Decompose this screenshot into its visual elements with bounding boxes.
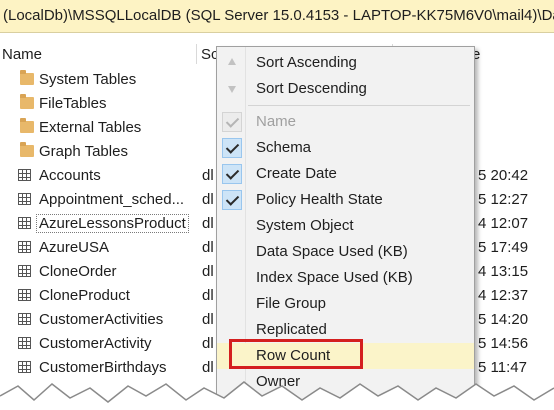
table-name: CustomerBirthdays [39, 359, 167, 376]
table-name: CloneOrder [39, 263, 117, 280]
table-create-date: 5 14:56 [478, 335, 529, 352]
table-name: Appointment_sched... [39, 191, 185, 208]
table-schema: dl [202, 287, 214, 304]
table-icon [18, 313, 31, 325]
table-icon [18, 337, 31, 349]
folder-label: FileTables [39, 95, 107, 112]
table-create-date: 5 12:27 [478, 191, 529, 208]
menu-item-data-space-used[interactable]: Data Space Used (KB) [217, 239, 474, 265]
table-schema: dl [202, 167, 214, 184]
sort-ascending-icon [222, 53, 242, 73]
table-create-date: 5 11:47 [478, 359, 527, 376]
menu-item-sort-ascending[interactable]: Sort Ascending [217, 50, 474, 76]
menu-separator [248, 105, 470, 106]
table-icon [18, 193, 31, 205]
table-create-date: 4 12:37 [478, 287, 529, 304]
menu-item-sort-descending[interactable]: Sort Descending [217, 76, 474, 102]
torn-edge-decoration [0, 381, 554, 410]
menu-item-label: System Object [256, 217, 354, 234]
table-schema: dl [202, 359, 214, 376]
folder-icon [20, 118, 34, 133]
table-icon [18, 169, 31, 181]
table-icon [18, 361, 31, 373]
folder-icon [20, 142, 34, 157]
table-schema: dl [202, 263, 214, 280]
menu-item-label: Sort Descending [256, 80, 367, 97]
menu-item-create-date[interactable]: Create Date [217, 161, 474, 187]
menu-item-label: File Group [256, 295, 327, 312]
menu-item-system-object[interactable]: System Object [217, 213, 474, 239]
table-schema: dl [202, 191, 214, 208]
table-icon [18, 217, 31, 229]
table-name: Accounts [39, 167, 101, 184]
folder-label: System Tables [39, 71, 137, 88]
column-header-name[interactable]: Name [2, 46, 42, 63]
menu-item-label: Index Space Used (KB) [256, 269, 413, 286]
object-explorer-details: (LocalDb)\MSSQLLocalDB (SQL Server 15.0.… [0, 0, 554, 410]
column-divider[interactable] [196, 44, 197, 64]
menu-item-label: Create Date [256, 165, 337, 182]
table-name: CustomerActivity [39, 335, 152, 352]
table-name: CustomerActivities [39, 311, 164, 328]
column-context-menu: Sort Ascending Sort Descending Name Sche… [216, 46, 475, 410]
folder-label: External Tables [39, 119, 142, 136]
folder-icon [20, 70, 34, 85]
path-text: (LocalDb)\MSSQLLocalDB (SQL Server 15.0.… [3, 7, 554, 24]
checkmark-icon [222, 164, 242, 184]
table-create-date: 5 14:20 [478, 311, 529, 328]
menu-item-name: Name [217, 109, 474, 135]
menu-item-label: Sort Ascending [256, 54, 357, 71]
table-icon [18, 265, 31, 277]
menu-item-policy-health-state[interactable]: Policy Health State [217, 187, 474, 213]
checkmark-icon [222, 190, 242, 210]
menu-item-label: Name [256, 113, 297, 130]
menu-item-file-group[interactable]: File Group [217, 291, 474, 317]
table-schema: dl [202, 335, 214, 352]
table-create-date: 5 17:49 [478, 239, 529, 256]
sort-descending-icon [222, 79, 242, 99]
table-icon [18, 241, 31, 253]
table-name: AzureLessonsProduct [36, 214, 189, 233]
table-schema: dl [202, 215, 214, 232]
menu-item-label: Schema [256, 139, 312, 156]
row-count-highlight-box [229, 339, 363, 369]
table-name: AzureUSA [39, 239, 110, 256]
table-create-date: 4 13:15 [478, 263, 529, 280]
folder-label: Graph Tables [39, 143, 128, 160]
table-name: CloneProduct [39, 287, 130, 304]
checkmark-icon [222, 138, 242, 158]
path-bar: (LocalDb)\MSSQLLocalDB (SQL Server 15.0.… [0, 0, 554, 33]
table-create-date: 4 12:07 [478, 215, 529, 232]
menu-item-schema[interactable]: Schema [217, 135, 474, 161]
menu-item-label: Policy Health State [256, 191, 383, 208]
table-icon [18, 289, 31, 301]
menu-item-index-space-used[interactable]: Index Space Used (KB) [217, 265, 474, 291]
table-create-date: 5 20:42 [478, 167, 529, 184]
folder-icon [20, 94, 34, 109]
menu-item-label: Replicated [256, 321, 327, 338]
menu-item-label: Data Space Used (KB) [256, 243, 408, 260]
checkmark-icon [222, 112, 242, 132]
table-schema: dl [202, 311, 214, 328]
table-schema: dl [202, 239, 214, 256]
